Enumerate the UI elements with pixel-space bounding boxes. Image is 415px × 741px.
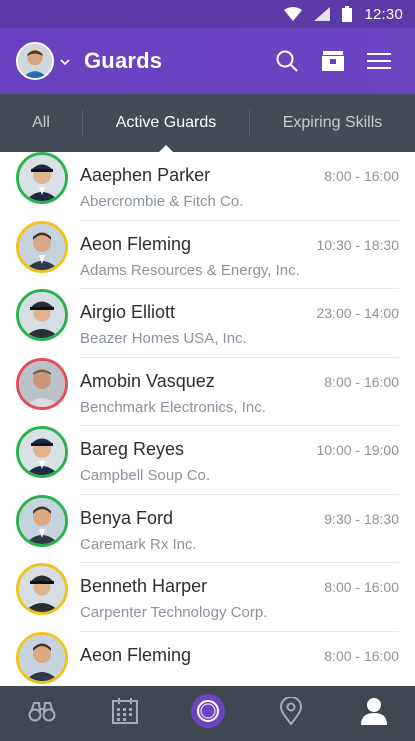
guard-name: Benya Ford: [80, 507, 174, 528]
list-item[interactable]: Benneth Harper Carpenter Technology Corp…: [0, 563, 415, 632]
tab-active-guards[interactable]: Active Guards: [83, 94, 249, 153]
guard-name: Aeon Fleming: [80, 644, 192, 665]
status-time: 12:30: [364, 5, 403, 23]
list-item[interactable]: Bareg Reyes Campbell Soup Co. 10:00 - 19…: [0, 426, 415, 495]
shift-time: 9:30 - 18:30: [324, 510, 399, 527]
guard-name: Amobin Vasquez: [80, 370, 215, 391]
list-item[interactable]: Amobin Vasquez Benchmark Electronics, In…: [0, 357, 415, 426]
list-item[interactable]: Aeon Fleming 8:00 - 16:00: [0, 631, 415, 687]
tab-bar: All Active Guards Expiring Skills: [0, 94, 415, 153]
bottom-nav: [0, 686, 415, 741]
shift-time: 23:00 - 14:00: [316, 305, 399, 321]
account-switcher[interactable]: [16, 42, 70, 80]
guard-company: Adams Resources & Energy, Inc.: [80, 261, 300, 279]
avatar[interactable]: [16, 42, 54, 80]
nav-profile[interactable]: [346, 686, 402, 741]
status-bar: 12:30: [0, 0, 415, 28]
shift-time: 10:30 - 18:30: [316, 236, 399, 253]
menu-icon[interactable]: [367, 52, 391, 70]
guard-name: Benneth Harper: [80, 576, 208, 596]
signal-icon: [314, 7, 331, 21]
guard-company: Campbell Soup Co.: [80, 467, 211, 484]
shift-time: 8:00 - 16:00: [324, 373, 399, 390]
list-item[interactable]: Airgio Elliott Beazer Homes USA, Inc. 23…: [0, 289, 415, 358]
nav-home[interactable]: [180, 686, 236, 741]
guard-name: Aaephen Parker: [80, 165, 211, 185]
shift-time: 8:00 - 16:00: [324, 168, 399, 184]
avatar: [16, 494, 68, 547]
nav-calendar[interactable]: [97, 686, 153, 741]
avatar: [16, 220, 68, 273]
guards-list: Aaephen Parker Abercrombie & Fitch Co. 8…: [0, 152, 415, 686]
list-item[interactable]: Aaephen Parker Abercrombie & Fitch Co. 8…: [0, 152, 415, 221]
page-title: Guards: [84, 48, 163, 73]
user-icon: [360, 697, 388, 730]
nav-guards[interactable]: [14, 686, 70, 741]
avatar: [16, 563, 68, 615]
tab-expiring-skills[interactable]: Expiring Skills: [250, 94, 415, 152]
binoculars-icon: [28, 700, 56, 727]
search-icon[interactable]: [275, 49, 299, 73]
shift-time: 8:00 - 16:00: [324, 647, 399, 664]
battery-icon: [342, 6, 353, 22]
shift-time: 10:00 - 19:00: [316, 442, 399, 458]
guard-name: Bareg Reyes: [80, 439, 185, 459]
ring-icon: [190, 693, 226, 734]
avatar: [16, 631, 68, 684]
app-bar: Guards: [0, 28, 415, 94]
calendar-icon: [111, 697, 139, 730]
wifi-icon: [284, 7, 303, 21]
avatar: [16, 357, 68, 410]
avatar: [16, 289, 68, 341]
tab-all[interactable]: All: [0, 94, 82, 152]
guard-company: Carpenter Technology Corp.: [80, 604, 268, 621]
avatar: [16, 152, 68, 204]
chevron-down-icon[interactable]: [60, 52, 70, 70]
list-item[interactable]: Aeon Fleming Adams Resources & Energy, I…: [0, 220, 415, 289]
shift-time: 8:00 - 16:00: [324, 579, 399, 595]
nav-map[interactable]: [263, 686, 319, 741]
tab-label: Active Guards: [115, 114, 217, 131]
archive-icon[interactable]: [321, 50, 345, 72]
guard-name: Airgio Elliott: [80, 302, 176, 322]
map-pin-icon: [279, 696, 302, 730]
list-item[interactable]: Benya Ford Caremark Rx Inc. 9:30 - 18:30: [0, 494, 415, 563]
guard-company: Beazer Homes USA, Inc.: [80, 330, 247, 347]
guard-company: Abercrombie & Fitch Co.: [80, 193, 244, 210]
guard-name: Aeon Fleming: [80, 233, 192, 254]
avatar: [16, 426, 68, 478]
guard-company: Caremark Rx Inc.: [80, 535, 197, 553]
guard-company: Benchmark Electronics, Inc.: [80, 398, 266, 416]
